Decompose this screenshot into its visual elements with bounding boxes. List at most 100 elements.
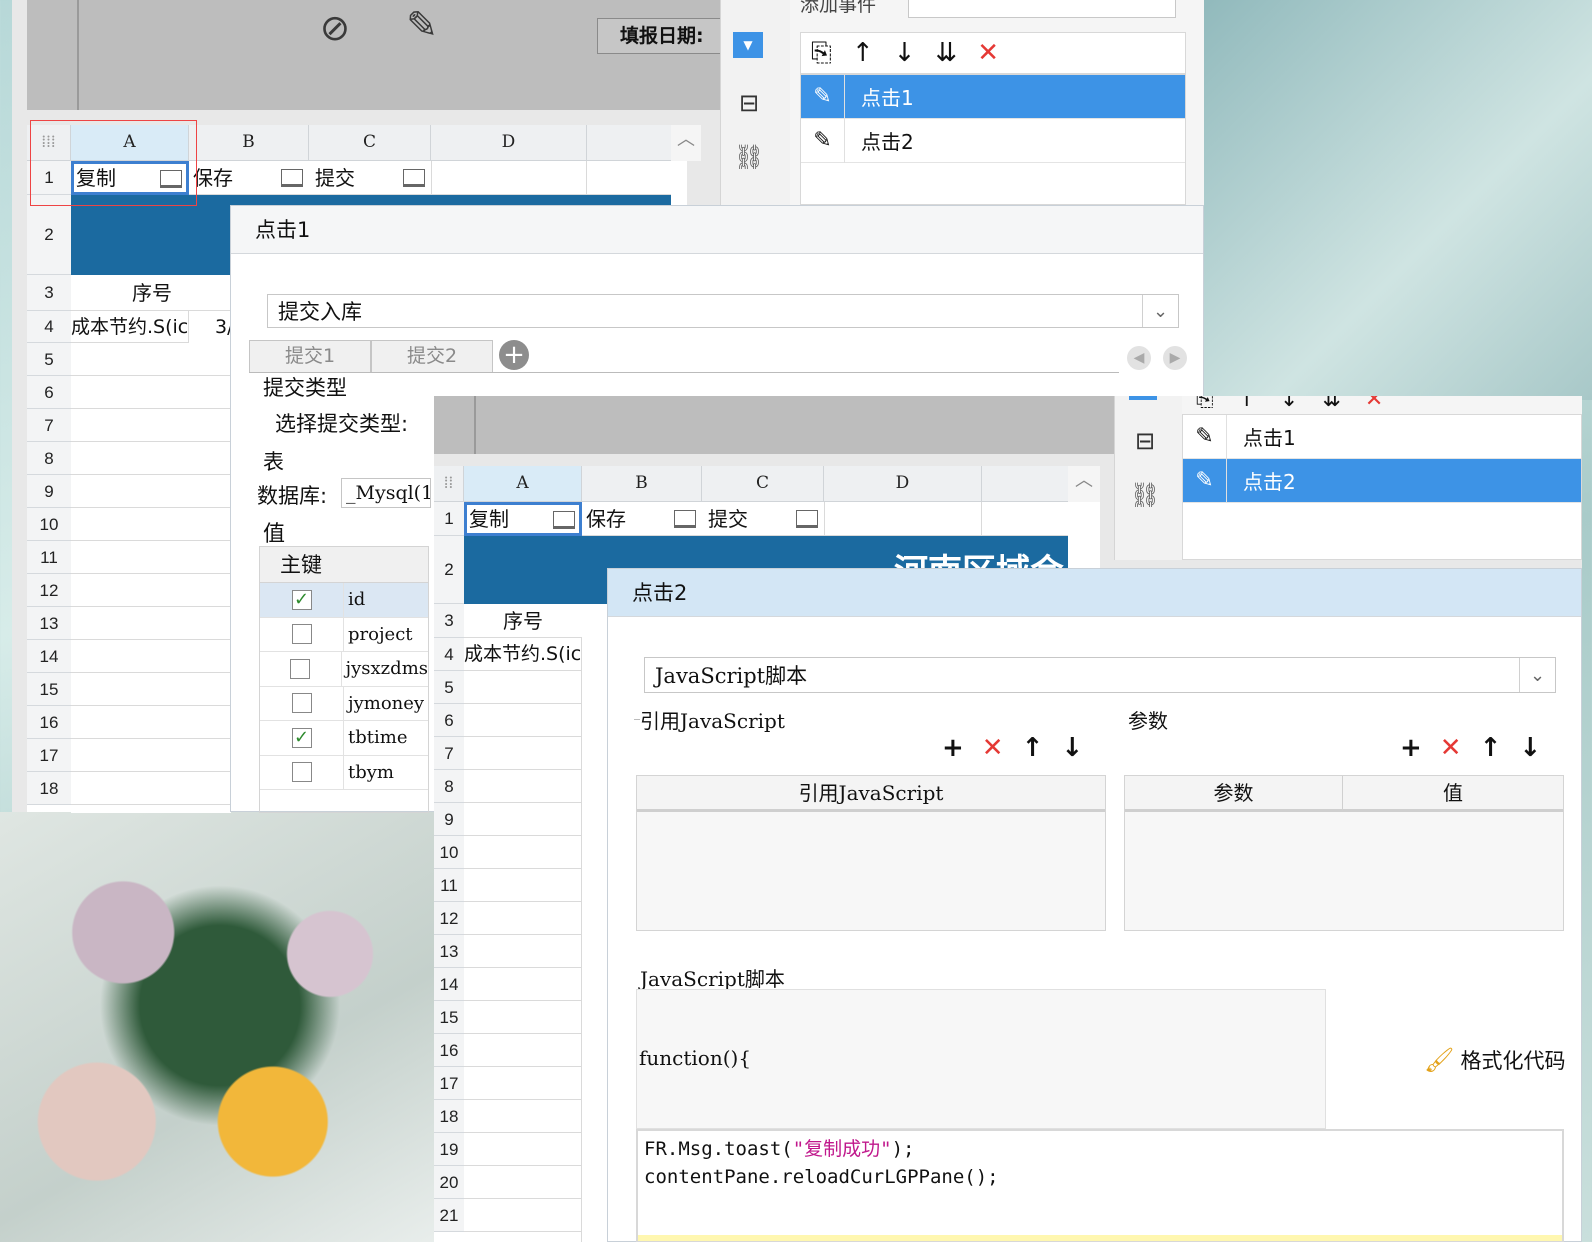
primary-key-checkbox[interactable]	[291, 762, 312, 783]
col-header-d[interactable]: D	[824, 466, 982, 502]
row-number[interactable]: 10	[434, 836, 464, 869]
tab-submit-2[interactable]: 提交2	[371, 340, 493, 372]
js-code-editor[interactable]: FR.Msg.toast("复制成功"); contentPane.reload…	[636, 1129, 1564, 1242]
add-event-select[interactable]	[908, 0, 1176, 18]
dropdown-widget-icon[interactable]: ▼	[733, 32, 763, 58]
select-all-corner[interactable]: ⁞⁞	[434, 466, 464, 502]
row-number[interactable]: 14	[27, 640, 71, 673]
row-number[interactable]: 13	[434, 935, 464, 968]
row-number[interactable]: 15	[434, 1001, 464, 1034]
row-number[interactable]: 16	[434, 1034, 464, 1067]
row-number[interactable]: 5	[434, 671, 464, 704]
row-number[interactable]: 6	[27, 376, 71, 409]
col-header-b[interactable]: B	[189, 125, 309, 161]
x-icon[interactable]: ✕	[977, 38, 999, 68]
col-header-b[interactable]: B	[582, 466, 702, 502]
row-number[interactable]: 8	[27, 442, 71, 475]
primary-key-checkbox[interactable]	[291, 624, 312, 645]
arrow-down-icon[interactable]: ↓	[894, 38, 916, 68]
row-number[interactable]: 12	[27, 574, 71, 607]
action-type-select[interactable]: JavaScript脚本 ⌄	[644, 657, 1556, 693]
arrow-up-icon[interactable]: ↑	[852, 38, 874, 68]
event-item-1[interactable]: ✎ 点击1	[801, 74, 1185, 119]
cell-a3[interactable]: 序号	[464, 604, 582, 638]
prev-tab-icon[interactable]: ◀	[1127, 346, 1151, 370]
row-number[interactable]: 7	[27, 409, 71, 442]
cell-b1[interactable]: 保存	[189, 161, 309, 195]
row-number[interactable]: 11	[27, 541, 71, 574]
field-row[interactable]: jysxzdms	[260, 652, 428, 687]
row-number[interactable]: 8	[434, 770, 464, 803]
row-number[interactable]: 9	[27, 475, 71, 508]
event-item-2[interactable]: ✎ 点击2	[801, 118, 1185, 163]
x-icon[interactable]: ✕	[1440, 733, 1462, 763]
field-row[interactable]: jymoney	[260, 686, 428, 721]
row-number[interactable]: 15	[27, 673, 71, 706]
col-header-a[interactable]: A	[464, 466, 582, 502]
row-number[interactable]: 7	[434, 737, 464, 770]
field-row[interactable]: tbym	[260, 755, 428, 790]
eye-off-icon[interactable]: ⊘	[305, 6, 365, 50]
event-item-2[interactable]: ✎ 点击2	[1183, 458, 1581, 503]
row-number[interactable]: 11	[434, 869, 464, 902]
cell-a4[interactable]: 成本节约.S(ic	[464, 638, 582, 671]
field-row[interactable]: ✓ tbtime	[260, 721, 428, 756]
primary-key-checkbox[interactable]: ✓	[291, 589, 312, 610]
plus-icon[interactable]: +	[942, 733, 964, 763]
row-number[interactable]: 2	[434, 536, 464, 604]
tab-submit-1[interactable]: 提交1	[249, 340, 371, 372]
arrow-down-icon[interactable]: ↓	[1061, 733, 1083, 763]
arrow-up-icon[interactable]: ↑	[1238, 396, 1256, 414]
row-number[interactable]: 4	[27, 311, 71, 343]
arrow-down-icon[interactable]: ↓	[1519, 733, 1541, 763]
layout-icon[interactable]: ⊟	[1127, 426, 1163, 456]
format-code-button[interactable]: 🖌 格式化代码	[1424, 1045, 1565, 1075]
pencil-icon[interactable]: ✎	[397, 0, 447, 50]
row-number[interactable]: 18	[27, 772, 71, 805]
cell-a1[interactable]: 复制	[464, 502, 582, 536]
move-bottom-icon[interactable]: ⇊	[935, 38, 957, 68]
row-number[interactable]: 2	[27, 195, 71, 275]
row-number[interactable]: 21	[434, 1199, 464, 1232]
row-number[interactable]: 1	[434, 502, 464, 536]
action-type-select[interactable]: 提交入库 ⌄	[267, 294, 1179, 328]
row-number[interactable]: 20	[434, 1166, 464, 1199]
row-number[interactable]: 4	[434, 638, 464, 671]
row-number[interactable]: 12	[434, 902, 464, 935]
copy-icon[interactable]: ⎘	[811, 38, 832, 69]
arrow-up-icon[interactable]: ↑	[1022, 733, 1044, 763]
col-header-c[interactable]: C	[309, 125, 431, 161]
scroll-up-icon[interactable]: ︿	[671, 125, 701, 161]
cell-a3[interactable]: 序号	[71, 275, 233, 311]
move-bottom-icon[interactable]: ⇊	[1322, 396, 1340, 414]
event-item-1[interactable]: ✎ 点击1	[1183, 414, 1581, 459]
cell-a4[interactable]: 成本节约.S(ic	[71, 311, 189, 343]
copy-icon[interactable]: ⎘	[1196, 396, 1214, 414]
row-number[interactable]: 5	[27, 343, 71, 376]
primary-key-checkbox[interactable]: ✓	[291, 727, 312, 748]
plus-icon[interactable]: +	[1400, 733, 1422, 763]
next-tab-icon[interactable]: ▶	[1163, 346, 1187, 370]
field-row[interactable]: project	[260, 617, 428, 652]
scroll-up-icon[interactable]: ︿	[1068, 466, 1100, 502]
arrow-down-icon[interactable]: ↓	[1280, 396, 1298, 414]
row-number[interactable]: 3	[27, 275, 71, 311]
x-icon[interactable]: ✕	[1365, 396, 1383, 414]
row-number[interactable]: 13	[27, 607, 71, 640]
arrow-up-icon[interactable]: ↑	[1480, 733, 1502, 763]
row-number[interactable]: 10	[27, 508, 71, 541]
primary-key-checkbox[interactable]	[290, 658, 311, 679]
col-header-c[interactable]: C	[702, 466, 824, 502]
row-number[interactable]: 17	[27, 739, 71, 772]
primary-key-checkbox[interactable]	[291, 693, 312, 714]
row-number[interactable]: 6	[434, 704, 464, 737]
row-number[interactable]: 9	[434, 803, 464, 836]
cell-d1[interactable]	[431, 161, 587, 195]
row-number[interactable]: 14	[434, 968, 464, 1001]
link-icon[interactable]: ⛓	[731, 142, 767, 172]
link-icon[interactable]: ⛓	[1127, 480, 1163, 510]
cell-b1[interactable]: 保存	[582, 502, 702, 536]
cell-c1[interactable]: 提交	[702, 502, 824, 536]
add-tab-icon[interactable]: +	[499, 340, 529, 370]
database-select[interactable]: _Mysql(1	[341, 478, 431, 508]
